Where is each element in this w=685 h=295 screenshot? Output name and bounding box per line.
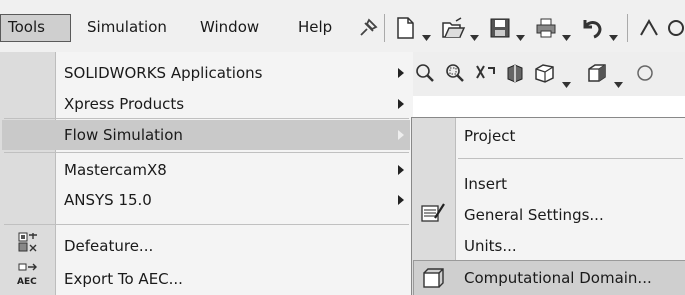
submenu-item-insert[interactable]: Insert [456, 168, 685, 200]
menu-item-label: ANSYS 15.0 [64, 191, 152, 209]
display-style-icon[interactable] [585, 62, 609, 84]
print-icon[interactable] [533, 15, 559, 41]
menu-item-label: Export To AEC... [64, 270, 183, 288]
menu-item-label: Computational Domain... [464, 269, 652, 287]
general-settings-icon [419, 201, 447, 225]
chevron-down-icon[interactable] [614, 73, 623, 88]
submenu-item-computational-domain[interactable]: Computational Domain... [456, 262, 685, 294]
menu-help[interactable]: Help [298, 12, 332, 42]
chevron-down-icon[interactable] [422, 26, 431, 41]
rebuild-icon[interactable] [636, 15, 662, 41]
submenu-arrow-icon [398, 130, 404, 140]
section-view-icon[interactable] [504, 62, 526, 84]
options-icon[interactable] [664, 15, 685, 41]
menu-item-xpress-products[interactable]: Xpress Products [56, 88, 411, 120]
chevron-down-icon[interactable] [562, 73, 571, 88]
menu-tools[interactable]: Tools [8, 12, 45, 42]
menu-separator [4, 224, 409, 225]
menu-item-export-to-aec[interactable]: Export To AEC... [56, 259, 411, 291]
menu-simulation[interactable]: Simulation [87, 12, 167, 42]
menu-item-label: SOLIDWORKS Applications [64, 64, 263, 82]
menu-item-solidworks-applications[interactable]: SOLIDWORKS Applications [56, 57, 411, 89]
submenu-arrow-icon [398, 195, 404, 205]
menu-item-label: Project [464, 127, 516, 145]
tools-menu-icon-gutter [0, 52, 55, 295]
chevron-down-icon[interactable] [562, 26, 571, 41]
submenu-arrow-icon [398, 165, 404, 175]
chevron-down-icon[interactable] [516, 26, 525, 41]
previous-view-icon[interactable] [474, 62, 498, 84]
submenu-arrow-icon [398, 68, 404, 78]
undo-icon[interactable] [579, 15, 605, 41]
menu-item-label: MastercamX8 [64, 161, 167, 179]
zoom-to-area-icon[interactable] [444, 62, 466, 84]
new-document-icon[interactable] [392, 15, 418, 41]
menu-window[interactable]: Window [200, 12, 259, 42]
menu-separator [458, 158, 683, 159]
defeature-icon [17, 231, 39, 253]
menu-item-label: Xpress Products [64, 95, 185, 113]
menu-item-label: Defeature... [64, 237, 154, 255]
zoom-to-fit-icon[interactable] [414, 62, 436, 84]
menu-item-flow-simulation[interactable]: Flow Simulation [56, 119, 411, 151]
menu-item-label: General Settings... [464, 206, 604, 224]
submenu-item-project[interactable]: Project [456, 120, 685, 152]
submenu-arrow-icon [398, 99, 404, 109]
pin-icon[interactable] [357, 17, 379, 39]
menubar-separator [384, 14, 385, 42]
export-aec-icon: AEC [16, 262, 40, 287]
chevron-down-icon[interactable] [470, 26, 479, 41]
computational-domain-icon [421, 266, 445, 290]
save-icon[interactable] [487, 15, 513, 41]
submenu-item-units[interactable]: Units... [456, 230, 685, 262]
menu-item-label: Flow Simulation [64, 126, 183, 144]
menu-item-label: Units... [464, 237, 517, 255]
open-icon[interactable] [440, 15, 466, 41]
menu-separator [4, 152, 409, 153]
menu-item-defeature[interactable]: Defeature... [56, 226, 411, 258]
chevron-down-icon[interactable] [609, 26, 618, 41]
menu-item-mastercamx8[interactable]: MastercamX8 [56, 154, 411, 186]
submenu-item-general-settings[interactable]: General Settings... [456, 199, 685, 231]
view-orientation-icon[interactable] [533, 62, 557, 84]
hide-show-icon[interactable] [634, 62, 656, 84]
menu-item-label: Insert [464, 175, 508, 193]
svg-text:AEC: AEC [17, 277, 37, 286]
toolbar-separator [627, 14, 628, 42]
menu-item-ansys-15[interactable]: ANSYS 15.0 [56, 184, 411, 216]
